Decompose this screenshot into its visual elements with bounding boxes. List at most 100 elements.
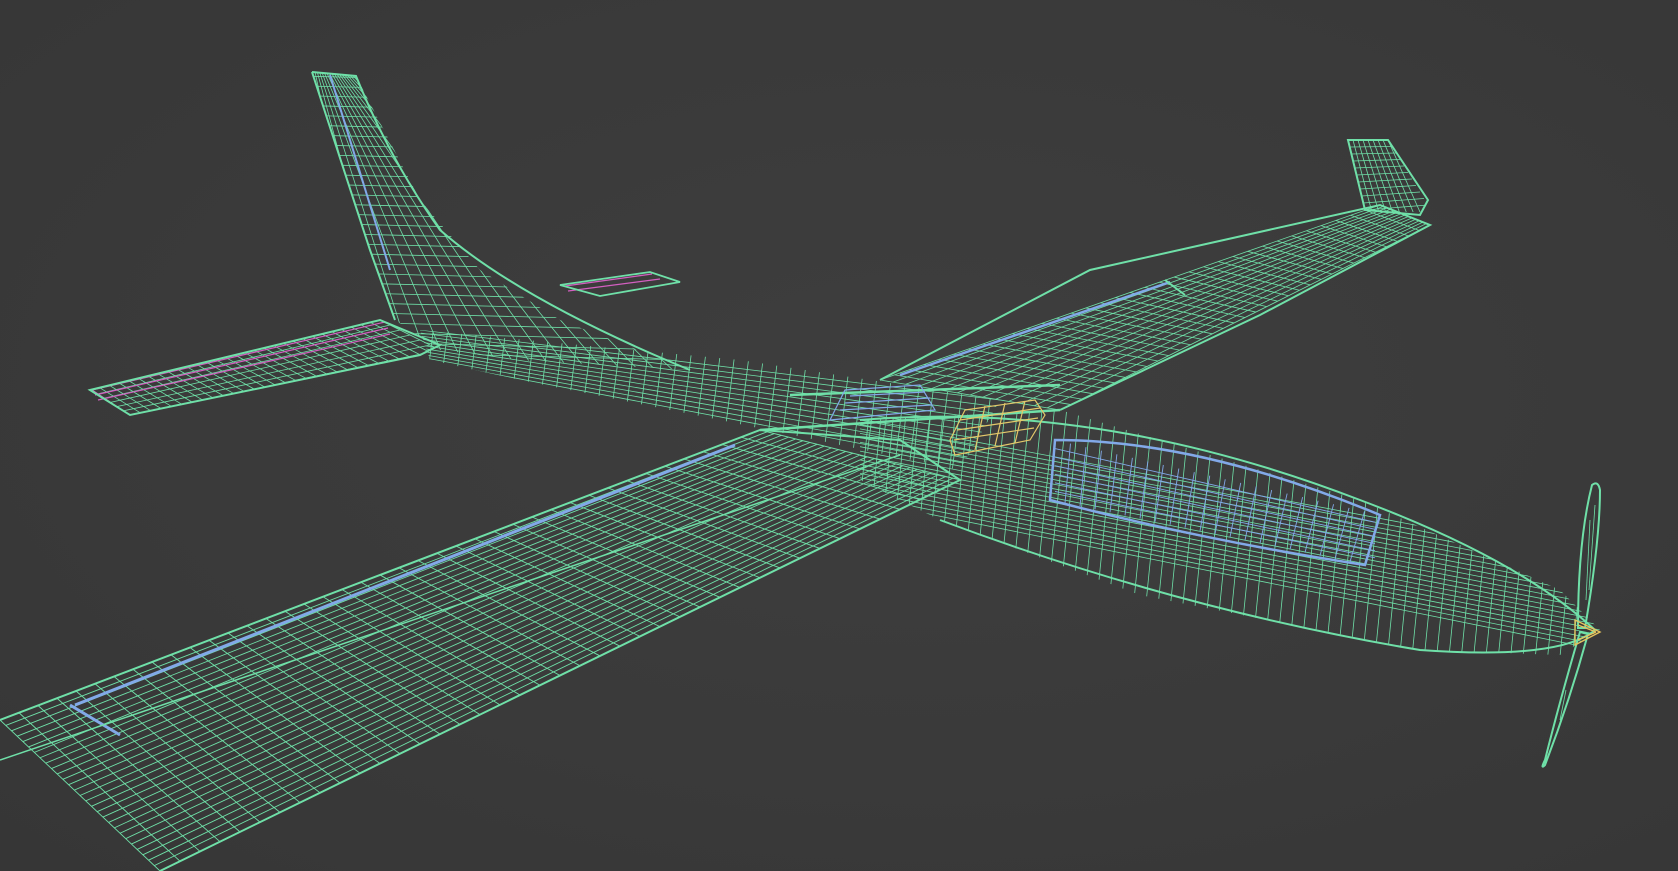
mesh-edge bbox=[455, 545, 641, 637]
mesh-edge bbox=[860, 472, 1600, 621]
mesh-edge bbox=[1041, 322, 1180, 351]
mesh-edge bbox=[938, 359, 1104, 389]
viewport-3d[interactable] bbox=[0, 0, 1678, 871]
mesh-edge bbox=[312, 154, 690, 165]
mesh-edge bbox=[1532, 410, 1564, 655]
mesh-edge bbox=[559, 330, 580, 470]
fuselage bbox=[860, 410, 1600, 655]
mesh-edge bbox=[326, 72, 467, 370]
mesh-edge bbox=[312, 124, 690, 136]
mesh-edge bbox=[1085, 307, 1213, 335]
mesh-edge bbox=[312, 252, 690, 263]
mesh-edge bbox=[866, 410, 898, 655]
mesh-edge bbox=[515, 330, 537, 470]
mesh-edge bbox=[312, 203, 690, 214]
mesh-edge bbox=[312, 95, 690, 106]
mesh-edge bbox=[1199, 410, 1231, 655]
mesh-edge bbox=[544, 330, 566, 470]
mesh-edge bbox=[360, 581, 541, 686]
mesh-edge bbox=[312, 183, 690, 195]
mesh-edge bbox=[1349, 146, 1393, 148]
mesh-edge bbox=[312, 320, 690, 332]
mesh-edge bbox=[246, 625, 421, 745]
mesh-edge bbox=[1372, 410, 1404, 655]
mesh-edge bbox=[953, 353, 1115, 384]
mesh-edge bbox=[903, 410, 935, 655]
mesh-edge bbox=[1357, 140, 1380, 213]
mesh-edge bbox=[1396, 410, 1428, 655]
mesh-edge bbox=[1507, 410, 1539, 655]
mesh-edge bbox=[1350, 214, 1409, 237]
mesh-edge bbox=[860, 464, 1600, 611]
left-wing bbox=[0, 430, 960, 871]
mesh-edge bbox=[1088, 410, 1120, 655]
mesh-edge bbox=[1100, 410, 1132, 655]
mesh-edge bbox=[1248, 410, 1280, 655]
mesh-edge bbox=[1129, 292, 1246, 318]
mesh-edge bbox=[588, 330, 609, 470]
mesh-edge bbox=[1353, 159, 1401, 162]
mesh-edge bbox=[1359, 185, 1417, 190]
mesh-edge bbox=[420, 338, 1000, 422]
mesh-edge bbox=[860, 450, 1600, 596]
mesh-edge bbox=[436, 552, 621, 647]
mesh-edge bbox=[1361, 191, 1421, 197]
mesh-edge bbox=[227, 632, 401, 755]
mesh-edge bbox=[1076, 410, 1108, 655]
mesh-edge bbox=[1354, 165, 1405, 169]
mesh-edge bbox=[1115, 297, 1235, 324]
mesh-edge bbox=[312, 350, 690, 361]
mesh-edge bbox=[312, 310, 690, 322]
mesh-edge bbox=[860, 459, 1600, 606]
mesh-edge bbox=[1483, 410, 1515, 655]
mesh-edge bbox=[457, 330, 479, 470]
mesh-edge bbox=[1433, 410, 1465, 655]
mesh-edge bbox=[860, 424, 1600, 566]
mesh-edge bbox=[493, 531, 681, 618]
mesh-edge bbox=[1544, 410, 1576, 655]
mesh-edge bbox=[351, 72, 656, 370]
mesh-edge bbox=[660, 330, 682, 470]
mesh-edge bbox=[1358, 178, 1413, 183]
mesh-edge bbox=[631, 330, 653, 470]
mesh-edge bbox=[1458, 410, 1490, 655]
mesh-edge bbox=[472, 330, 493, 470]
mesh-edge bbox=[646, 330, 667, 470]
mesh-edge bbox=[863, 330, 885, 470]
mesh-edge bbox=[733, 330, 754, 470]
mesh-edge bbox=[1351, 152, 1397, 155]
mesh-edge bbox=[486, 330, 508, 470]
mesh-edge bbox=[1335, 220, 1398, 242]
mesh-edge bbox=[350, 326, 410, 357]
right-wing bbox=[880, 205, 1430, 411]
mesh-edge bbox=[420, 356, 1000, 464]
mesh-edge bbox=[1137, 410, 1169, 655]
mesh-edge bbox=[1446, 410, 1478, 655]
mesh-edge bbox=[915, 410, 947, 655]
mesh-edge bbox=[1495, 410, 1527, 655]
mesh-edge bbox=[341, 328, 399, 360]
mesh-edge bbox=[573, 330, 595, 470]
mesh-edge bbox=[1470, 410, 1502, 655]
mesh-edge bbox=[312, 281, 690, 293]
mesh-edge bbox=[312, 301, 690, 312]
mesh-edge bbox=[1056, 317, 1191, 346]
mesh-edge bbox=[1071, 312, 1202, 340]
mesh-edge bbox=[312, 291, 690, 302]
mesh-edge bbox=[312, 144, 690, 155]
mesh-edge bbox=[1100, 302, 1224, 329]
mesh-edge bbox=[312, 222, 690, 234]
mesh-edge bbox=[360, 324, 420, 355]
mesh-edge bbox=[312, 261, 690, 273]
mesh-edge bbox=[312, 242, 690, 253]
mesh-edge bbox=[1520, 410, 1552, 655]
mesh-edge bbox=[312, 232, 690, 244]
mesh-edge bbox=[379, 574, 561, 676]
mesh-edge bbox=[353, 72, 674, 370]
mesh-edge bbox=[1421, 410, 1453, 655]
mesh-edge bbox=[1113, 410, 1145, 655]
mesh-edge bbox=[776, 330, 798, 470]
mesh-edge bbox=[328, 72, 484, 370]
mesh-edge bbox=[1125, 410, 1157, 655]
mesh-edge bbox=[312, 105, 690, 116]
